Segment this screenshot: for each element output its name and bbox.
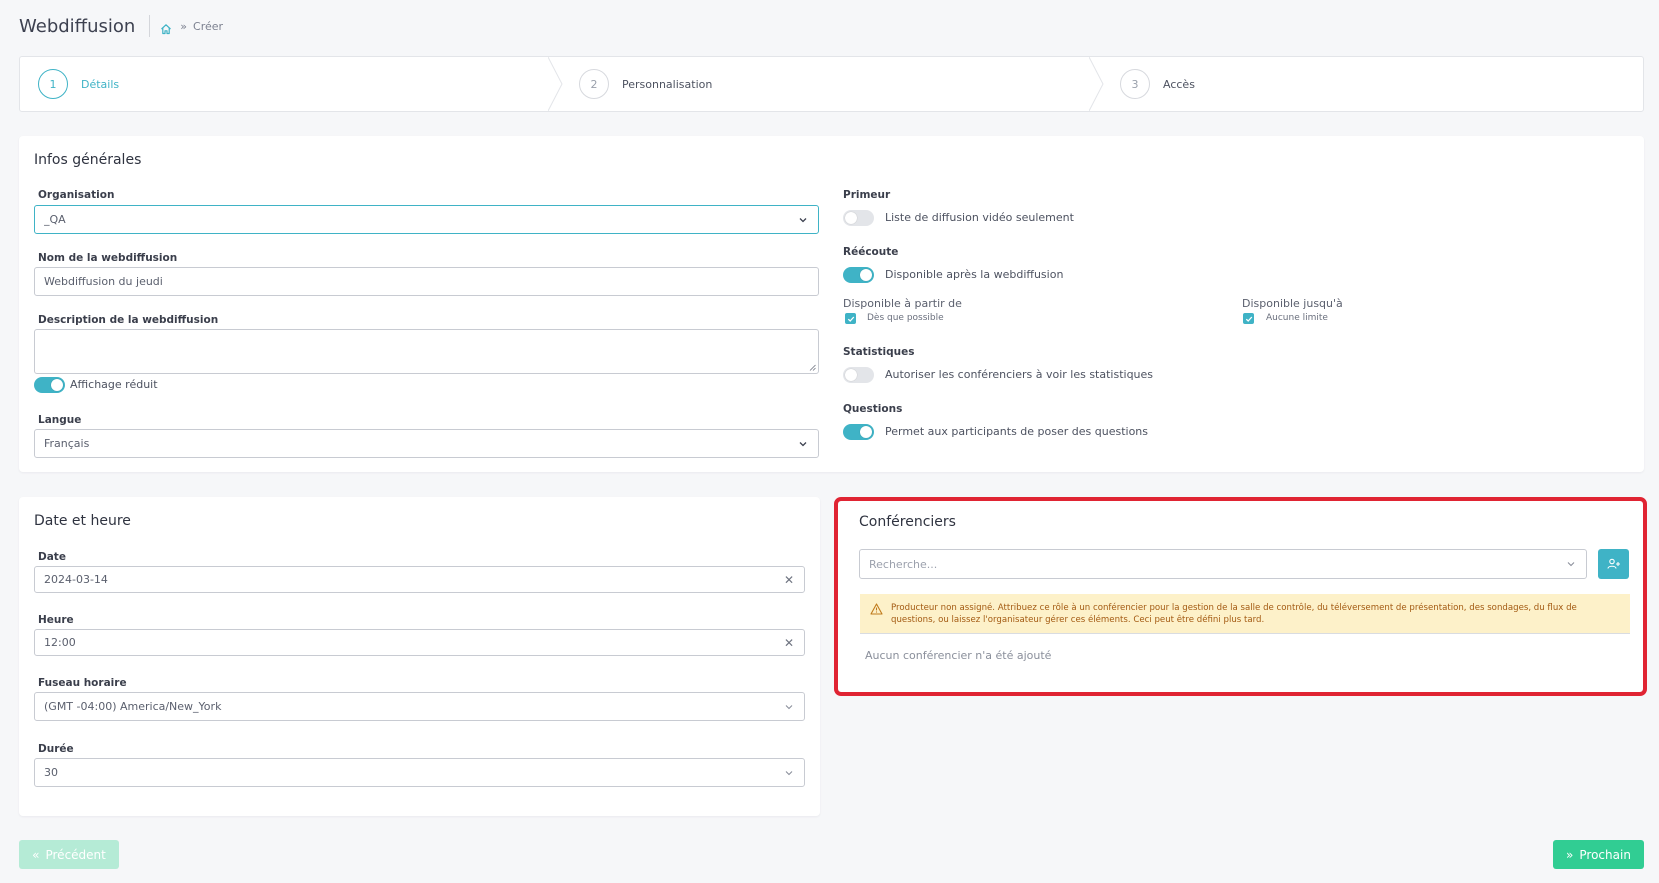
step-number: 1 — [38, 69, 68, 99]
warning-icon — [870, 603, 883, 615]
double-chevron-right-icon: » — [1566, 847, 1574, 862]
breadcrumb-current: Créer — [193, 19, 224, 33]
check-icon — [1245, 316, 1252, 322]
check-icon — [847, 316, 854, 322]
language-label: Langue — [38, 414, 82, 426]
available-from-label: Disponible à partir de — [843, 297, 962, 310]
step-personalisation[interactable]: 2 Personnalisation — [579, 57, 712, 111]
step-label: Personnalisation — [622, 77, 713, 91]
speakers-title: Conférenciers — [859, 514, 956, 530]
available-from-check-label: Dès que possible — [867, 313, 944, 323]
chevron-down-icon — [1567, 562, 1575, 567]
previous-button[interactable]: « Précédent — [19, 840, 119, 869]
time-value: 12:00 — [44, 636, 76, 649]
organisation-label: Organisation — [38, 189, 115, 201]
breadcrumb-separator: » — [180, 19, 188, 33]
next-button[interactable]: » Prochain — [1553, 840, 1644, 869]
general-info-title: Infos générales — [34, 152, 142, 168]
organisation-select[interactable]: _QA — [34, 205, 819, 234]
replay-toggle[interactable] — [843, 267, 874, 283]
language-select[interactable]: Français — [34, 429, 819, 458]
step-label: Détails — [81, 77, 120, 91]
statistics-label: Statistiques — [843, 346, 915, 358]
time-input[interactable]: 12:00 ✕ — [34, 629, 805, 656]
compact-view-toggle[interactable] — [34, 377, 65, 393]
clear-icon[interactable]: ✕ — [784, 573, 794, 587]
wizard-stepper: 1 Détails 2 Personnalisation 3 Accès — [19, 56, 1644, 112]
language-value: Français — [44, 437, 90, 450]
chevron-down-icon — [799, 217, 807, 222]
duration-value: 30 — [44, 766, 58, 779]
home-icon[interactable] — [160, 20, 172, 35]
chevron-down-icon — [799, 441, 807, 446]
date-label: Date — [38, 551, 66, 563]
clear-icon[interactable]: ✕ — [784, 636, 794, 650]
timezone-label: Fuseau horaire — [38, 677, 127, 689]
replay-toggle-label: Disponible après la webdiffusion — [885, 268, 1064, 281]
timezone-value: (GMT -04:00) America/New_York — [44, 700, 222, 713]
chevron-down-icon — [785, 770, 793, 775]
datetime-title: Date et heure — [34, 513, 131, 529]
compact-view-label: Affichage réduit — [70, 378, 158, 391]
next-button-label: Prochain — [1579, 847, 1631, 862]
webcast-name-label: Nom de la webdiffusion — [38, 252, 178, 264]
replay-label: Réécoute — [843, 246, 899, 258]
premiere-toggle[interactable] — [843, 210, 874, 226]
date-input[interactable]: 2024-03-14 ✕ — [34, 566, 805, 593]
available-until-label: Disponible jusqu'à — [1242, 297, 1343, 310]
add-speaker-button[interactable] — [1598, 549, 1629, 579]
available-until-checkbox[interactable] — [1243, 313, 1254, 324]
description-textarea[interactable] — [34, 329, 819, 374]
producer-warning-text: Producteur non assigné. Attribuez ce rôl… — [891, 603, 1577, 625]
date-value: 2024-03-14 — [44, 573, 108, 586]
general-info-card — [19, 136, 1644, 472]
step-details[interactable]: 1 Détails — [38, 57, 119, 111]
available-from-checkbox[interactable] — [845, 313, 856, 324]
duration-select[interactable]: 30 — [34, 758, 805, 787]
timezone-select[interactable]: (GMT -04:00) America/New_York — [34, 692, 805, 721]
step-chevron-icon — [1089, 57, 1104, 111]
webcast-name-value: Webdiffusion du jeudi — [44, 275, 163, 288]
speaker-search-placeholder: Recherche... — [869, 557, 938, 571]
chevron-down-icon — [785, 704, 793, 709]
double-chevron-left-icon: « — [32, 847, 40, 862]
questions-toggle-label: Permet aux participants de poser des que… — [885, 425, 1149, 438]
time-label: Heure — [38, 614, 74, 626]
producer-warning: Producteur non assigné. Attribuez ce rôl… — [860, 594, 1630, 634]
header-divider — [149, 15, 151, 37]
step-chevron-icon — [548, 57, 563, 111]
no-speakers-message: Aucun conférencier n'a été ajouté — [865, 649, 1052, 662]
premiere-label: Primeur — [843, 189, 891, 201]
questions-label: Questions — [843, 403, 903, 415]
step-number: 2 — [579, 69, 609, 99]
statistics-toggle[interactable] — [843, 367, 874, 383]
questions-toggle[interactable] — [843, 424, 874, 440]
premiere-toggle-label: Liste de diffusion vidéo seulement — [885, 211, 1074, 224]
resize-grip-icon[interactable] — [809, 364, 816, 371]
available-until-check-label: Aucune limite — [1266, 313, 1328, 323]
duration-label: Durée — [38, 743, 74, 755]
previous-button-label: Précédent — [45, 847, 106, 862]
page-header: Webdiffusion » Créer — [19, 14, 223, 38]
step-label: Accès — [1163, 77, 1195, 91]
statistics-toggle-label: Autoriser les conférenciers à voir les s… — [885, 368, 1154, 381]
speaker-search-select[interactable]: Recherche... — [859, 549, 1587, 579]
step-number: 3 — [1120, 69, 1150, 99]
page-title: Webdiffusion — [19, 15, 136, 37]
webcast-name-input[interactable]: Webdiffusion du jeudi — [34, 267, 819, 296]
organisation-value: _QA — [44, 213, 66, 226]
step-access[interactable]: 3 Accès — [1120, 57, 1195, 111]
add-user-icon — [1606, 558, 1620, 569]
description-label: Description de la webdiffusion — [38, 314, 219, 326]
